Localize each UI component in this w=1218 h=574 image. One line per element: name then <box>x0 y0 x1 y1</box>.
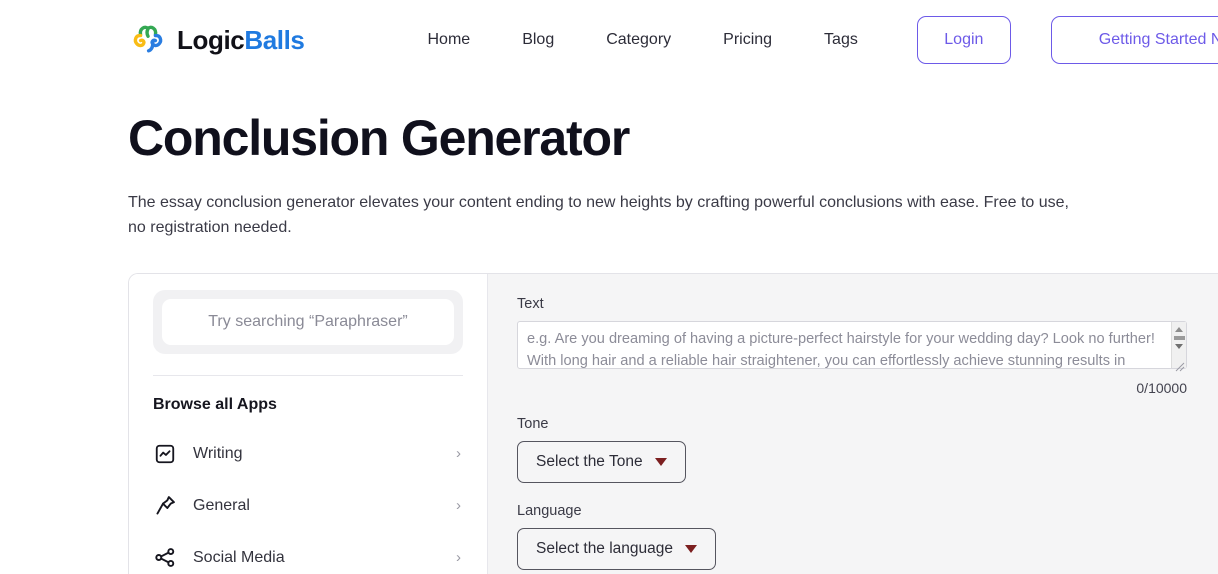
chevron-right-icon: › <box>456 445 461 463</box>
sidebar-item-general[interactable]: General › <box>153 480 463 532</box>
nav-item-home[interactable]: Home <box>402 23 497 57</box>
brand-logo[interactable]: LogicBalls <box>128 20 305 60</box>
header-actions: Login Getting Started Now <box>916 16 1218 64</box>
sidebar-item-label: General <box>193 496 250 514</box>
tone-select-value: Select the Tone <box>536 452 643 470</box>
text-input-wrapper <box>517 320 1187 374</box>
tone-field: Tone Select the Tone <box>517 416 1187 483</box>
chevron-right-icon: › <box>456 497 461 515</box>
generator-form: Text 0/10000 Tone Select the Tone <box>488 273 1218 574</box>
scroll-up-arrow-icon[interactable] <box>1175 326 1183 332</box>
getting-started-button[interactable]: Getting Started Now <box>1050 16 1218 64</box>
pin-icon <box>153 494 177 518</box>
share-nodes-icon <box>153 546 177 570</box>
page-title: Conclusion Generator <box>128 110 630 166</box>
scrollbar-thumb[interactable] <box>1173 335 1185 340</box>
brand-name-second: Balls <box>244 25 305 55</box>
nav-item-category[interactable]: Category <box>580 23 697 57</box>
main-navigation: Home Blog Category Pricing Tags <box>402 23 884 57</box>
nav-item-pricing[interactable]: Pricing <box>697 23 798 57</box>
nav-item-blog[interactable]: Blog <box>496 23 580 57</box>
language-select[interactable]: Select the language <box>517 527 717 570</box>
nav-item-tags[interactable]: Tags <box>798 23 884 57</box>
search-input[interactable] <box>162 298 454 345</box>
sidebar-item-writing[interactable]: Writing › <box>153 428 463 480</box>
sidebar-divider <box>153 374 463 376</box>
text-input[interactable] <box>517 320 1187 369</box>
search-container <box>153 289 463 354</box>
tone-select[interactable]: Select the Tone <box>517 440 686 483</box>
tool-panel: Browse all Apps Writing › <box>128 272 1218 574</box>
login-button[interactable]: Login <box>916 16 1011 64</box>
app-category-list: Writing › General › Social Media › <box>153 428 463 574</box>
brand-name: LogicBalls <box>177 27 305 53</box>
language-field-label: Language <box>517 502 582 519</box>
sidebar-item-social-media[interactable]: Social Media › <box>153 532 463 574</box>
character-counter: 0/10000 <box>1136 379 1187 396</box>
tone-field-label: Tone <box>517 415 549 432</box>
scroll-down-arrow-icon[interactable] <box>1175 343 1183 349</box>
text-field-label: Text <box>517 295 544 312</box>
chevron-down-icon <box>685 544 698 553</box>
page-subtitle: The essay conclusion generator elevates … <box>128 194 1069 236</box>
apps-sidebar: Browse all Apps Writing › <box>129 273 488 574</box>
sidebar-item-label: Social Media <box>193 548 285 566</box>
browse-all-apps-title: Browse all Apps <box>153 395 277 413</box>
chevron-right-icon: › <box>456 549 461 567</box>
sidebar-item-label: Writing <box>193 444 243 462</box>
textarea-scrollbar[interactable] <box>1171 321 1186 368</box>
language-select-value: Select the language <box>536 539 674 557</box>
brain-logo-icon <box>133 25 163 53</box>
brand-name-first: Logic <box>177 25 245 55</box>
chevron-down-icon <box>654 457 667 466</box>
language-field: Language Select the language <box>517 503 1187 570</box>
site-header: LogicBalls Home Blog Category Pricing Ta… <box>0 0 1218 80</box>
writing-chart-icon <box>153 442 177 466</box>
hero-section: Conclusion Generator The essay conclusio… <box>0 80 1218 241</box>
